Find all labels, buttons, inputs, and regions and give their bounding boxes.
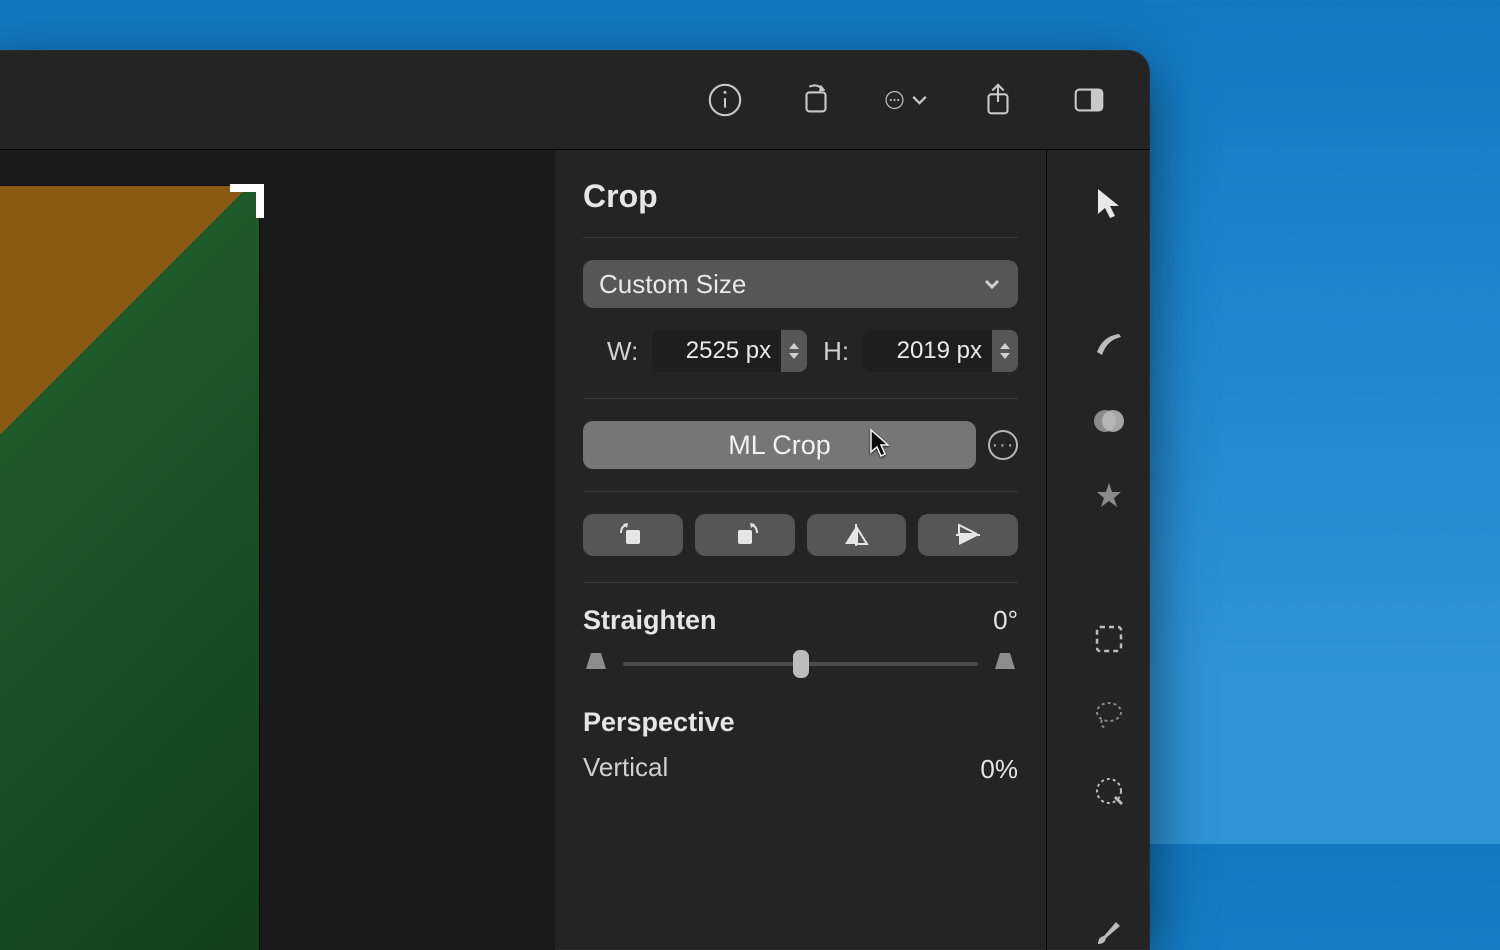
arrow-tool-icon[interactable] xyxy=(1090,186,1128,220)
magic-select-tool-icon[interactable] xyxy=(1090,774,1128,808)
divider xyxy=(583,237,1018,238)
ml-crop-label: ML Crop xyxy=(728,430,831,461)
divider xyxy=(583,398,1018,399)
ml-crop-button[interactable]: ML Crop xyxy=(583,421,976,469)
share-icon[interactable] xyxy=(975,77,1021,123)
flip-vertical-button[interactable] xyxy=(918,514,1018,556)
crop-panel: Crop Custom Size W: 2525 px H: 2019 px xyxy=(555,150,1047,950)
panel-title: Crop xyxy=(583,178,1046,215)
straighten-value: 0° xyxy=(993,605,1018,636)
width-stepper[interactable] xyxy=(781,330,807,372)
ml-crop-more-icon[interactable]: ··· xyxy=(988,430,1018,460)
flip-horizontal-button[interactable] xyxy=(807,514,907,556)
app-window: Crop Custom Size W: 2525 px H: 2019 px xyxy=(0,50,1150,950)
slider-knob[interactable] xyxy=(793,650,809,678)
color-adjust-tool-icon[interactable] xyxy=(1090,404,1128,438)
divider xyxy=(583,582,1018,583)
title-toolbar xyxy=(0,50,1150,150)
selection-tool-icon[interactable] xyxy=(1090,622,1128,656)
size-mode-dropdown[interactable]: Custom Size xyxy=(583,260,1018,308)
size-mode-value: Custom Size xyxy=(599,269,746,300)
rotate-ccw-icon[interactable] xyxy=(583,650,609,677)
info-icon[interactable] xyxy=(702,77,748,123)
style-tool-icon[interactable] xyxy=(1090,328,1128,362)
perspective-vertical-value: 0% xyxy=(980,754,1018,785)
tool-rail xyxy=(1068,150,1150,950)
height-stepper[interactable] xyxy=(992,330,1018,372)
dimension-row: W: 2525 px H: 2019 px xyxy=(583,330,1018,372)
brush-tool-icon[interactable] xyxy=(1090,916,1128,950)
rotate-cw-icon[interactable] xyxy=(992,650,1018,677)
width-value[interactable]: 2525 px xyxy=(652,330,781,372)
perspective-vertical-label: Vertical xyxy=(583,752,668,783)
rotate-right-button[interactable] xyxy=(695,514,795,556)
height-value[interactable]: 2019 px xyxy=(863,330,992,372)
rotate-icon[interactable] xyxy=(793,77,839,123)
more-icon[interactable] xyxy=(884,77,930,123)
canvas-area[interactable] xyxy=(0,150,555,950)
perspective-label: Perspective xyxy=(583,707,1046,738)
height-label: H: xyxy=(817,336,853,367)
chevron-down-icon xyxy=(982,274,1002,294)
straighten-slider[interactable] xyxy=(583,650,1018,677)
divider xyxy=(583,491,1018,492)
straighten-label: Straighten xyxy=(583,605,717,636)
crop-handle-top-right[interactable] xyxy=(230,184,264,218)
width-field[interactable]: 2525 px xyxy=(652,330,807,372)
image-preview[interactable] xyxy=(0,185,260,950)
transform-row xyxy=(583,514,1018,556)
rotate-left-button[interactable] xyxy=(583,514,683,556)
straighten-track[interactable] xyxy=(623,662,978,666)
width-label: W: xyxy=(583,336,642,367)
lasso-tool-icon[interactable] xyxy=(1090,698,1128,732)
height-field[interactable]: 2019 px xyxy=(863,330,1018,372)
toggle-sidebar-icon[interactable] xyxy=(1066,77,1112,123)
effects-tool-icon[interactable] xyxy=(1090,480,1128,514)
